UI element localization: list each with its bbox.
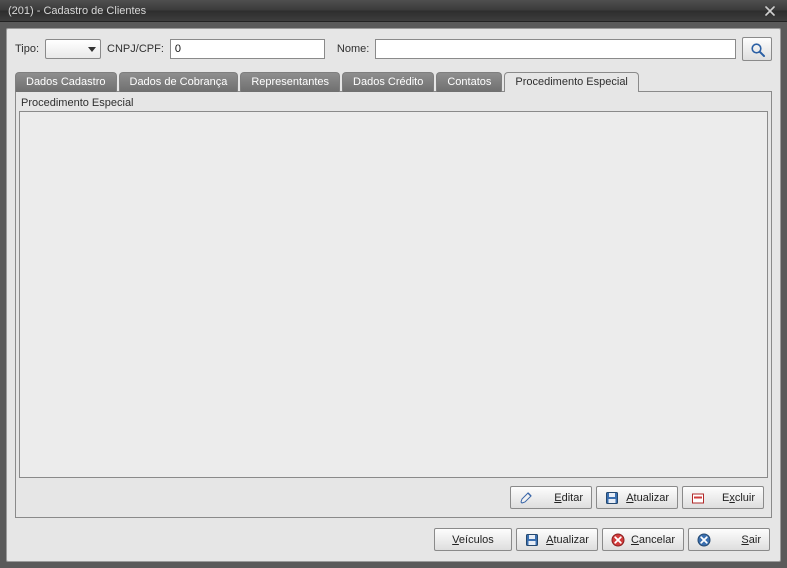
cancelar-label: Cancelar xyxy=(631,534,675,546)
tipo-label: Tipo: xyxy=(15,43,39,55)
veiculos-button[interactable]: Veículos xyxy=(434,528,512,551)
search-icon xyxy=(750,42,764,56)
cancelar-button[interactable]: Cancelar xyxy=(602,528,684,551)
atualizar-inner-label: Atualizar xyxy=(625,492,669,504)
window-title: (201) - Cadastro de Clientes xyxy=(8,5,761,17)
veiculos-label: Veículos xyxy=(452,534,494,546)
editar-button[interactable]: Editar xyxy=(510,486,592,509)
sair-button[interactable]: Sair xyxy=(688,528,770,551)
main-panel: Tipo: CNPJ/CPF: Nome: Dados Cadastro Dad… xyxy=(6,28,781,562)
title-bar: (201) - Cadastro de Clientes xyxy=(0,0,787,22)
section-title: Procedimento Especial xyxy=(21,97,766,109)
search-form-row: Tipo: CNPJ/CPF: Nome: xyxy=(15,37,772,61)
search-button[interactable] xyxy=(742,37,772,61)
atualizar-inner-button[interactable]: Atualizar xyxy=(596,486,678,509)
delete-icon xyxy=(691,491,705,505)
sair-label: Sair xyxy=(717,534,761,546)
save-icon xyxy=(525,533,539,547)
nome-label: Nome: xyxy=(337,43,369,55)
close-icon[interactable] xyxy=(761,3,779,19)
cnpjcpf-label: CNPJ/CPF: xyxy=(107,43,164,55)
tab-dados-credito[interactable]: Dados Crédito xyxy=(342,72,434,92)
pencil-icon xyxy=(519,491,533,505)
atualizar-button[interactable]: Atualizar xyxy=(516,528,598,551)
client-area: Tipo: CNPJ/CPF: Nome: Dados Cadastro Dad… xyxy=(0,22,787,568)
cnpjcpf-input[interactable] xyxy=(170,39,325,59)
tab-dados-cadastro[interactable]: Dados Cadastro xyxy=(15,72,117,92)
tab-dados-cobranca[interactable]: Dados de Cobrança xyxy=(119,72,239,92)
cancel-icon xyxy=(611,533,625,547)
excluir-button[interactable]: Excluir xyxy=(682,486,764,509)
bottom-button-row: Veículos Atualizar Cancelar Sair xyxy=(15,518,772,553)
tab-representantes[interactable]: Representantes xyxy=(240,72,340,92)
tab-procedimento-especial[interactable]: Procedimento Especial xyxy=(504,72,639,92)
chevron-down-icon xyxy=(88,47,96,52)
tipo-combo[interactable] xyxy=(45,39,101,59)
save-icon xyxy=(605,491,619,505)
inner-button-row: Editar Atualizar Excluir xyxy=(19,478,768,511)
tab-contatos[interactable]: Contatos xyxy=(436,72,502,92)
atualizar-label: Atualizar xyxy=(545,534,589,546)
editar-label: Editar xyxy=(539,492,583,504)
procedimento-textarea[interactable] xyxy=(19,111,768,478)
tab-strip: Dados Cadastro Dados de Cobrança Represe… xyxy=(15,71,772,91)
tab-content: Procedimento Especial Editar Atualizar xyxy=(15,91,772,518)
nome-input[interactable] xyxy=(375,39,736,59)
exit-icon xyxy=(697,533,711,547)
excluir-label: Excluir xyxy=(711,492,755,504)
